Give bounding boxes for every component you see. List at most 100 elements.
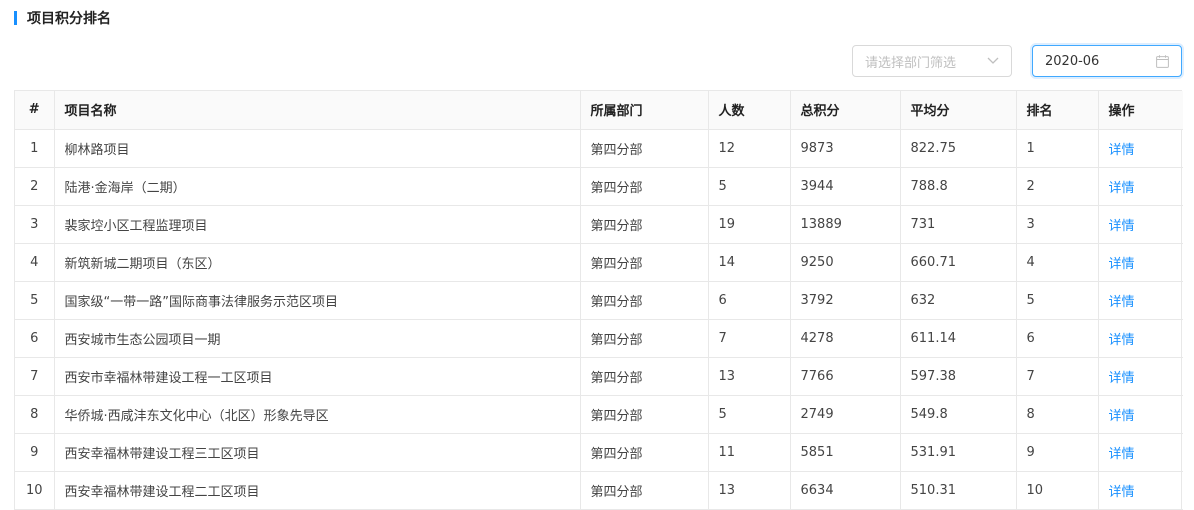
cell-action: 详情 [1098,281,1183,320]
cell-action: 详情 [1098,433,1183,472]
table-row: 5 国家级“一带一路”国际商事法律服务示范区项目 第四分部 6 3792 632 5 详情 [15,281,1183,320]
cell-total-score: 7766 [790,357,901,396]
cell-project-name: 西安市幸福林带建设工程一工区项目 [54,357,581,396]
cell-average-score: 510.31 [900,471,1017,510]
detail-link[interactable]: 详情 [1109,485,1135,500]
cell-people: 14 [708,243,791,282]
table-header-row: # 项目名称 所属部门 人数 总积分 平均分 排名 操作 [15,91,1183,130]
cell-index: 4 [15,243,55,282]
cell-project-name: 西安幸福林带建设工程三工区项目 [54,433,581,472]
cell-people: 6 [708,281,791,320]
cell-index: 7 [15,357,55,396]
cell-rank: 2 [1016,167,1099,206]
detail-link[interactable]: 详情 [1109,219,1135,234]
cell-people: 7 [708,319,791,358]
cell-project-name: 裴家埪小区工程监理项目 [54,205,581,244]
cell-department: 第四分部 [580,357,709,396]
cell-rank: 4 [1016,243,1099,282]
cell-people: 13 [708,471,791,510]
cell-project-name: 华侨城·西咸沣东文化中心（北区）形象先导区 [54,395,581,434]
cell-department: 第四分部 [580,395,709,434]
ranking-table: # 项目名称 所属部门 人数 总积分 平均分 排名 操作 1 柳林路项目 第四分部 1… [14,90,1183,510]
cell-index: 6 [15,319,55,358]
column-header-total-score: 总积分 [790,91,901,130]
cell-people: 5 [708,395,791,434]
column-header-rank: 排名 [1016,91,1099,130]
cell-index: 9 [15,433,55,472]
cell-people: 19 [708,205,791,244]
cell-average-score: 549.8 [900,395,1017,434]
cell-average-score: 632 [900,281,1017,320]
cell-project-name: 柳林路项目 [54,129,581,168]
cell-action: 详情 [1098,129,1183,168]
column-header-index: # [15,91,55,130]
cell-action: 详情 [1098,395,1183,434]
month-picker[interactable]: 2020-06 [1032,45,1182,77]
cell-index: 8 [15,395,55,434]
cell-rank: 10 [1016,471,1099,510]
detail-link[interactable]: 详情 [1109,333,1135,348]
cell-department: 第四分部 [580,243,709,282]
cell-total-score: 2749 [790,395,901,434]
title-accent-bar [14,11,17,25]
cell-people: 12 [708,129,791,168]
cell-action: 详情 [1098,243,1183,282]
column-header-department: 所属部门 [580,91,709,130]
cell-project-name: 西安城市生态公园项目一期 [54,319,581,358]
cell-rank: 8 [1016,395,1099,434]
detail-link[interactable]: 详情 [1109,257,1135,272]
detail-link[interactable]: 详情 [1109,409,1135,424]
section-header: 项目积分排名 [14,10,111,27]
cell-rank: 3 [1016,205,1099,244]
cell-department: 第四分部 [580,167,709,206]
table-row: 10 西安幸福林带建设工程二工区项目 第四分部 13 6634 510.31 10 详情 [15,471,1183,510]
cell-action: 详情 [1098,319,1183,358]
table-row: 7 西安市幸福林带建设工程一工区项目 第四分部 13 7766 597.38 7 详情 [15,357,1183,396]
cell-rank: 1 [1016,129,1099,168]
detail-link[interactable]: 详情 [1109,181,1135,196]
cell-rank: 5 [1016,281,1099,320]
calendar-icon [1156,55,1169,68]
column-header-people: 人数 [708,91,791,130]
cell-index: 5 [15,281,55,320]
cell-total-score: 9873 [790,129,901,168]
cell-index: 1 [15,129,55,168]
cell-people: 5 [708,167,791,206]
column-header-action: 操作 [1098,91,1183,130]
table-row: 8 华侨城·西咸沣东文化中心（北区）形象先导区 第四分部 5 2749 549.8 8 详情 [15,395,1183,434]
cell-action: 详情 [1098,357,1183,396]
cell-average-score: 788.8 [900,167,1017,206]
cell-average-score: 660.71 [900,243,1017,282]
cell-average-score: 597.38 [900,357,1017,396]
cell-people: 11 [708,433,791,472]
column-header-average-score: 平均分 [900,91,1017,130]
cell-project-name: 西安幸福林带建设工程二工区项目 [54,471,581,510]
cell-index: 10 [15,471,55,510]
cell-rank: 6 [1016,319,1099,358]
cell-total-score: 9250 [790,243,901,282]
cell-average-score: 531.91 [900,433,1017,472]
cell-people: 13 [708,357,791,396]
cell-department: 第四分部 [580,319,709,358]
cell-department: 第四分部 [580,205,709,244]
column-header-project-name: 项目名称 [54,91,581,130]
detail-link[interactable]: 详情 [1109,295,1135,310]
cell-project-name: 新筑新城二期项目（东区） [54,243,581,282]
page: 项目积分排名 请选择部门筛选 2020-06 # 项目名称 所属部门 人数 总积… [0,0,1194,510]
table-row: 4 新筑新城二期项目（东区） 第四分部 14 9250 660.71 4 详情 [15,243,1183,282]
table-row: 6 西安城市生态公园项目一期 第四分部 7 4278 611.14 6 详情 [15,319,1183,358]
cell-average-score: 611.14 [900,319,1017,358]
detail-link[interactable]: 详情 [1109,447,1135,462]
table-row: 3 裴家埪小区工程监理项目 第四分部 19 13889 731 3 详情 [15,205,1183,244]
cell-average-score: 822.75 [900,129,1017,168]
chevron-down-icon [987,57,999,64]
cell-action: 详情 [1098,167,1183,206]
cell-department: 第四分部 [580,433,709,472]
month-picker-value: 2020-06 [1045,53,1100,69]
department-select[interactable]: 请选择部门筛选 [852,45,1012,77]
cell-average-score: 731 [900,205,1017,244]
page-title: 项目积分排名 [27,11,111,27]
detail-link[interactable]: 详情 [1109,371,1135,386]
detail-link[interactable]: 详情 [1109,143,1135,158]
cell-total-score: 13889 [790,205,901,244]
